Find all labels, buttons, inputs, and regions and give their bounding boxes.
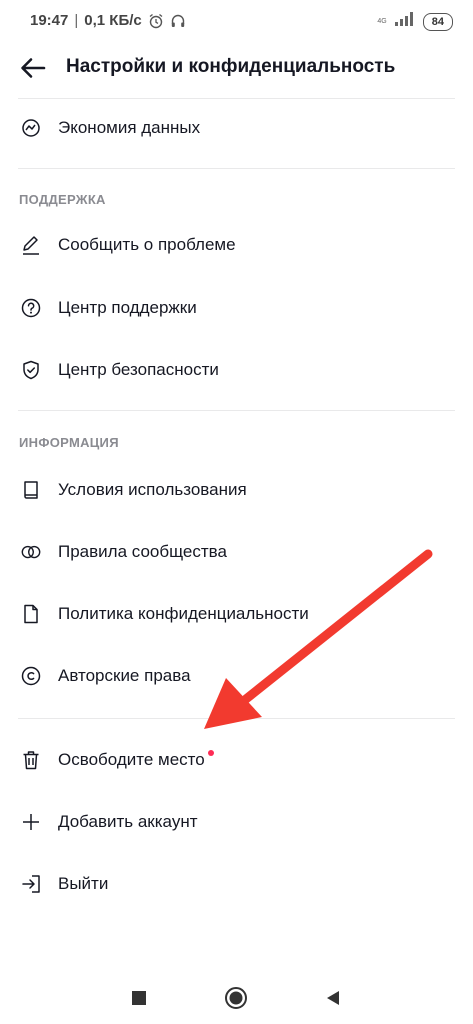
notification-dot	[207, 750, 214, 756]
square-icon	[132, 991, 146, 1005]
network-type: 4G	[377, 18, 387, 25]
plus-icon	[20, 811, 42, 833]
data-saver-icon	[20, 117, 42, 139]
header: Настройки и конфиденциальность	[0, 44, 473, 94]
book-icon	[20, 479, 42, 501]
home-button[interactable]	[222, 986, 250, 1010]
menu-item-label: Политика конфиденциальности	[58, 604, 309, 623]
section-title-info: ИНФОРМАЦИЯ	[19, 435, 119, 450]
menu-item-label: Центр безопасности	[58, 360, 219, 379]
trash-icon	[20, 749, 42, 771]
battery-indicator: 84	[422, 12, 453, 31]
page-title: Настройки и конфиденциальность	[66, 56, 396, 77]
signal-icon	[394, 12, 415, 31]
menu-item-terms[interactable]: Условия использования	[0, 462, 473, 518]
question-circle-icon	[20, 297, 42, 319]
menu-item-label: Освободите место	[58, 750, 214, 770]
recent-apps-button[interactable]	[125, 986, 153, 1010]
menu-item-data-saver[interactable]: Экономия данных	[0, 100, 473, 156]
two-circles-icon	[20, 541, 42, 563]
back-button[interactable]	[18, 54, 48, 82]
menu-item-label: Сообщить о проблеме	[58, 235, 236, 254]
status-time: 19:47	[30, 12, 69, 29]
section-title-support: ПОДДЕРЖКА	[19, 192, 106, 207]
menu-item-add-account[interactable]: Добавить аккаунт	[0, 794, 473, 850]
status-separator: |	[74, 12, 79, 29]
menu-item-label: Центр поддержки	[58, 298, 197, 317]
menu-item-safety-center[interactable]: Центр безопасности	[0, 342, 473, 398]
pencil-icon	[20, 234, 42, 256]
system-nav-bar	[0, 974, 473, 1024]
menu-item-copyright[interactable]: Авторские права	[0, 648, 473, 704]
header-divider	[18, 98, 455, 99]
section-divider	[18, 718, 455, 719]
alarm-icon	[148, 13, 164, 29]
document-icon	[20, 603, 42, 625]
menu-item-privacy-policy[interactable]: Политика конфиденциальности	[0, 586, 473, 642]
section-divider	[18, 168, 455, 169]
menu-item-report-problem[interactable]: Сообщить о проблеме	[0, 217, 473, 273]
menu-item-label: Условия использования	[58, 480, 247, 499]
menu-item-label: Авторские права	[58, 666, 191, 685]
arrow-left-icon	[21, 58, 46, 78]
status-speed: 0,1 КБ/с	[84, 12, 142, 29]
menu-item-guidelines[interactable]: Правила сообщества	[0, 524, 473, 580]
shield-check-icon	[20, 359, 42, 381]
menu-item-label: Правила сообщества	[58, 542, 227, 561]
copyright-icon	[20, 665, 42, 687]
triangle-left-icon	[327, 991, 339, 1005]
status-right: 4G 84	[377, 12, 453, 31]
menu-item-logout[interactable]: Выйти	[0, 856, 473, 912]
menu-item-free-space[interactable]: Освободите место	[0, 732, 473, 788]
status-left: 19:47 | 0,1 КБ/с	[30, 12, 186, 29]
headphones-icon	[170, 13, 186, 29]
menu-item-label: Добавить аккаунт	[58, 812, 198, 831]
back-nav-button[interactable]	[319, 986, 347, 1010]
status-bar: 19:47 | 0,1 КБ/с 4G 84	[0, 0, 473, 42]
section-divider	[18, 410, 455, 411]
menu-item-help-center[interactable]: Центр поддержки	[0, 280, 473, 336]
circle-icon	[225, 987, 247, 1009]
logout-icon	[20, 873, 42, 895]
menu-item-label: Выйти	[58, 874, 109, 893]
menu-item-label: Экономия данных	[58, 118, 201, 137]
